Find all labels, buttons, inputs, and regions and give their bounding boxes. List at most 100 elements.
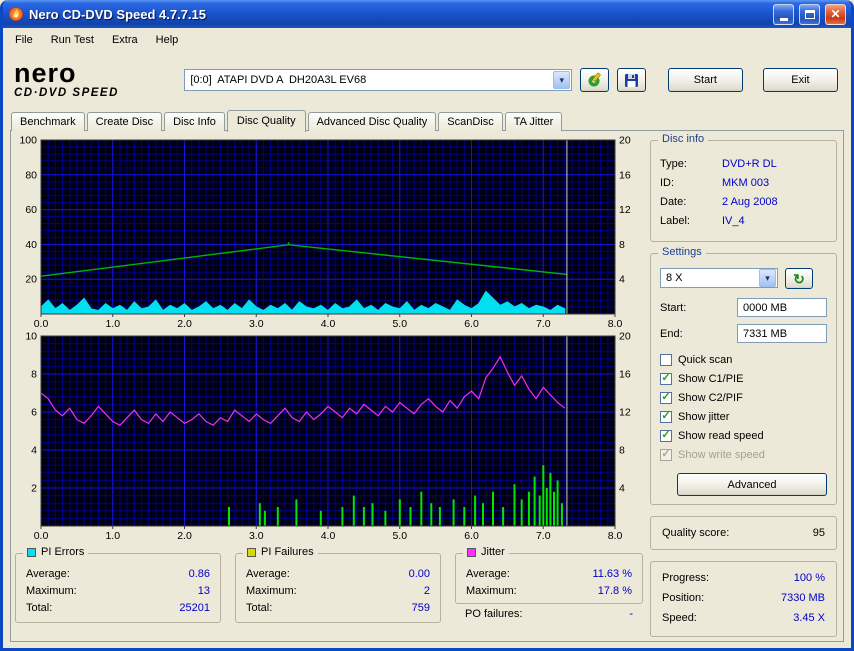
svg-text:20: 20	[619, 135, 631, 147]
svg-text:16: 16	[619, 169, 631, 181]
maximize-button[interactable]	[799, 4, 820, 25]
disc-label-row: Label: IV_4	[660, 211, 827, 230]
progress-value: 100 %	[794, 572, 825, 584]
stat-label: Total:	[26, 602, 52, 614]
svg-text:0.0: 0.0	[34, 318, 49, 330]
speed-select[interactable]: 8 X ▾	[660, 268, 778, 288]
app-window: Nero CD-DVD Speed 4.7.7.15 ✕ File Run Te…	[0, 0, 854, 651]
stat-value: 13	[198, 585, 210, 597]
svg-text:100: 100	[19, 135, 37, 147]
quality-score-box: Quality score: 95	[650, 516, 837, 550]
close-icon: ✕	[830, 8, 840, 20]
end-input[interactable]: 7331 MB	[737, 324, 827, 343]
svg-text:4: 4	[619, 483, 625, 495]
checkbox-show-c1-pie[interactable]: ✓ Show C1/PIE	[660, 369, 827, 388]
checkbox-icon[interactable]: ✓	[660, 392, 672, 404]
disc-date-label: Date:	[660, 196, 722, 208]
tab-advanced-disc-quality[interactable]: Advanced Disc Quality	[308, 112, 437, 131]
pi-failures-title: PI Failures	[261, 546, 314, 559]
end-field-row: End: 7331 MB	[660, 324, 827, 343]
svg-text:60: 60	[25, 204, 37, 216]
stat-value: 11.63 %	[592, 568, 632, 580]
checkbox-show-c2-pif[interactable]: ✓ Show C2/PIF	[660, 388, 827, 407]
svg-text:8.0: 8.0	[608, 530, 623, 542]
disc-id-row: ID: MKM 003	[660, 173, 827, 192]
stat-value: 759	[412, 602, 430, 614]
jitter-stats-group: Jitter Average: 11.63 % Maximum: 17.8 %	[455, 553, 643, 604]
jitter-title: Jitter	[481, 546, 505, 559]
stat-label: Maximum:	[246, 585, 297, 597]
disc-date-value: 2 Aug 2008	[722, 196, 778, 208]
checkbox-icon[interactable]: ✓	[660, 411, 672, 423]
tab-scandisc[interactable]: ScanDisc	[438, 112, 502, 131]
refresh-icon: ↻	[793, 271, 805, 287]
chevron-down-icon[interactable]: ▾	[553, 71, 570, 89]
menu-help[interactable]: Help	[147, 31, 188, 49]
stat-value: 2	[424, 585, 430, 597]
start-value: 0000 MB	[743, 302, 787, 314]
checkbox-icon[interactable]: ✓	[660, 373, 672, 385]
advanced-button[interactable]: Advanced	[677, 473, 827, 496]
tab-benchmark[interactable]: Benchmark	[11, 112, 85, 131]
tab-ta-jitter[interactable]: TA Jitter	[505, 112, 563, 131]
stat-label: Average:	[466, 568, 510, 580]
stat-row: Maximum: 2	[244, 582, 432, 599]
svg-text:8: 8	[619, 239, 625, 251]
svg-text:12: 12	[619, 204, 631, 216]
drive-select[interactable]: [0:0] ATAPI DVD A DH20A3L EV68 ▾	[184, 69, 572, 91]
disc-id-value: MKM 003	[722, 177, 769, 189]
disc-label-value: IV_4	[722, 215, 745, 227]
checkbox-quick-scan[interactable]: Quick scan	[660, 350, 827, 369]
checkbox-show-read-speed[interactable]: ✓ Show read speed	[660, 426, 827, 445]
save-icon	[624, 73, 639, 88]
checkbox-icon[interactable]	[660, 354, 672, 366]
progress-box: Progress: 100 % Position: 7330 MB Speed:…	[650, 561, 837, 637]
stats-row: PI Errors Average: 0.86 Maximum: 13 Tota…	[14, 553, 644, 623]
disc-info-group: Disc info Type: DVD+R DL ID: MKM 003 Dat…	[650, 140, 837, 242]
progress-row: Progress: 100 %	[662, 572, 825, 584]
speed-row: 8 X ▾ ↻	[660, 268, 827, 289]
stat-label: Total:	[246, 602, 272, 614]
quality-score-value: 95	[813, 527, 825, 539]
minimize-button[interactable]	[773, 4, 794, 25]
menu-extra[interactable]: Extra	[103, 31, 147, 49]
stat-value: 25201	[179, 602, 210, 614]
nero-logo: nero CD·DVD SPEED	[14, 60, 176, 100]
progress-label: Progress:	[662, 572, 709, 584]
stat-value: 0.86	[189, 568, 210, 580]
pi-errors-swatch-icon	[27, 548, 36, 557]
save-button[interactable]	[617, 68, 646, 92]
svg-text:3.0: 3.0	[249, 530, 264, 542]
stat-row: Total: 25201	[24, 599, 212, 616]
speed-label: Speed:	[662, 612, 697, 624]
start-button[interactable]: Start	[668, 68, 743, 92]
checkbox-label: Show write speed	[678, 449, 765, 461]
refresh-button[interactable]: ↻	[785, 268, 813, 289]
close-button[interactable]: ✕	[825, 4, 846, 25]
jitter-stats-wrap: Jitter Average: 11.63 % Maximum: 17.8 % …	[455, 553, 643, 623]
tab-create-disc[interactable]: Create Disc	[87, 112, 162, 131]
svg-text:1.0: 1.0	[105, 530, 120, 542]
tab-disc-info[interactable]: Disc Info	[164, 112, 225, 131]
disc-edit-button[interactable]	[580, 68, 609, 92]
svg-text:0.0: 0.0	[34, 530, 49, 542]
start-input[interactable]: 0000 MB	[737, 298, 827, 317]
menu-file[interactable]: File	[6, 31, 42, 49]
po-failures-row: PO failures: -	[455, 604, 643, 620]
chevron-down-icon[interactable]: ▾	[759, 269, 776, 287]
tab-disc-quality[interactable]: Disc Quality	[227, 110, 306, 132]
svg-text:12: 12	[619, 407, 631, 419]
svg-text:6.0: 6.0	[464, 530, 479, 542]
title-bar[interactable]: Nero CD-DVD Speed 4.7.7.15 ✕	[3, 0, 851, 28]
disc-label-label: Label:	[660, 215, 722, 227]
window-title: Nero CD-DVD Speed 4.7.7.15	[29, 7, 768, 22]
exit-button[interactable]: Exit	[763, 68, 838, 92]
checkbox-icon[interactable]: ✓	[660, 430, 672, 442]
svg-text:5.0: 5.0	[392, 318, 407, 330]
svg-text:2: 2	[31, 483, 37, 495]
svg-text:80: 80	[25, 169, 37, 181]
checkbox-show-jitter[interactable]: ✓ Show jitter	[660, 407, 827, 426]
start-field-row: Start: 0000 MB	[660, 298, 827, 317]
menu-run-test[interactable]: Run Test	[42, 31, 103, 49]
drive-select-value: [0:0] ATAPI DVD A DH20A3L EV68	[185, 74, 552, 86]
